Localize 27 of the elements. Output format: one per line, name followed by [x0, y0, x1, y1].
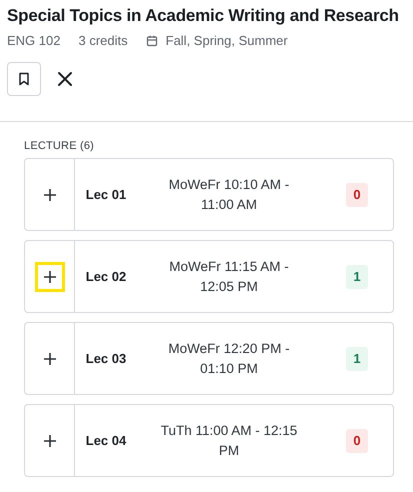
bookmark-button[interactable]	[7, 62, 41, 96]
seats-count: 1	[346, 264, 368, 288]
plus-icon	[42, 188, 56, 202]
meeting-time: MoWeFr 10:10 AM - 11:00 AM	[168, 176, 290, 214]
close-icon	[57, 71, 73, 87]
bookmark-icon	[18, 72, 30, 86]
meeting-time: MoWeFr 12:20 PM - 01:10 PM	[167, 340, 291, 378]
plus-icon	[42, 352, 56, 366]
course-code: ENG 102	[7, 33, 60, 48]
credits-text: 3 credits	[78, 33, 128, 48]
seats-count: 1	[346, 346, 368, 370]
close-button[interactable]	[55, 69, 75, 89]
section-name: Lec 02	[84, 268, 128, 286]
plus-icon	[42, 270, 56, 284]
section-name: Lec 04	[84, 432, 128, 450]
calendar-icon	[146, 34, 158, 46]
meeting-time: TuTh 11:00 AM - 12:15 PM	[160, 422, 298, 460]
plus-icon	[42, 434, 56, 448]
group-heading: LECTURE (6)	[24, 140, 96, 152]
section-name: Lec 03	[84, 350, 128, 368]
add-button[interactable]	[34, 262, 64, 292]
meeting-time: MoWeFr 11:15 AM - 12:05 PM	[168, 258, 290, 296]
seats-count: 0	[346, 182, 368, 206]
section-name: Lec 01	[84, 186, 128, 204]
course-title: Special Topics in Academic Writing and Research	[7, 5, 399, 27]
terms-text: Fall, Spring, Summer	[166, 33, 288, 48]
seats-count: 0	[346, 428, 368, 452]
